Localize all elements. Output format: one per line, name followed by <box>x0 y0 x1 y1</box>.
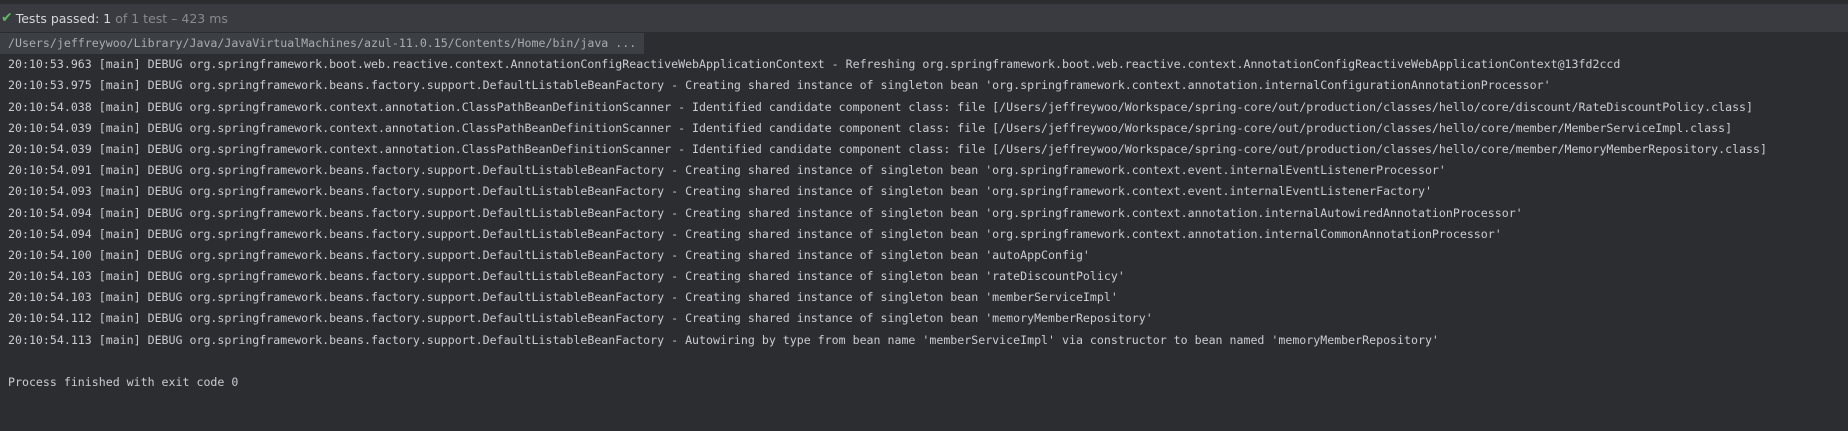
tests-detail: of 1 test – 423 ms <box>115 10 228 26</box>
log-line: 20:10:54.038 [main] DEBUG org.springfram… <box>8 99 1754 114</box>
log-line: 20:10:54.091 [main] DEBUG org.springfram… <box>8 163 1446 178</box>
check-icon: ✔ <box>1 10 13 26</box>
log-line: 20:10:54.112 [main] DEBUG org.springfram… <box>8 311 1153 326</box>
tests-passed-label: Tests passed: 1 <box>15 10 112 26</box>
log-line: 20:10:53.963 [main] DEBUG org.springfram… <box>8 57 1621 72</box>
console-output[interactable]: /Users/jeffreywoo/Library/Java/JavaVirtu… <box>0 33 1848 393</box>
log-line: 20:10:53.975 [main] DEBUG org.springfram… <box>8 78 1551 93</box>
log-line: 20:10:54.103 [main] DEBUG org.springfram… <box>8 290 1118 305</box>
log-line: 20:10:54.039 [main] DEBUG org.springfram… <box>8 141 1767 156</box>
log-line: 20:10:54.100 [main] DEBUG org.springfram… <box>8 247 1090 262</box>
log-line: 20:10:54.093 [main] DEBUG org.springfram… <box>8 184 1432 199</box>
command-line[interactable]: /Users/jeffreywoo/Library/Java/JavaVirtu… <box>0 33 1848 55</box>
log-line: 20:10:54.113 [main] DEBUG org.springfram… <box>8 332 1439 347</box>
log-line: 20:10:54.103 [main] DEBUG org.springfram… <box>8 269 1125 284</box>
log-line: 20:10:54.094 [main] DEBUG org.springfram… <box>8 226 1502 241</box>
exit-message: Process finished with exit code 0 <box>8 375 239 389</box>
log-line: 20:10:54.094 [main] DEBUG org.springfram… <box>8 205 1523 220</box>
test-status-bar: ✔ Tests passed: 1 of 1 test – 423 ms <box>0 4 1848 32</box>
log-line: 20:10:54.039 [main] DEBUG org.springfram… <box>8 120 1733 135</box>
log-lines: 20:10:53.963 [main] DEBUG org.springfram… <box>0 54 1848 351</box>
command-text[interactable]: /Users/jeffreywoo/Library/Java/JavaVirtu… <box>0 33 645 55</box>
